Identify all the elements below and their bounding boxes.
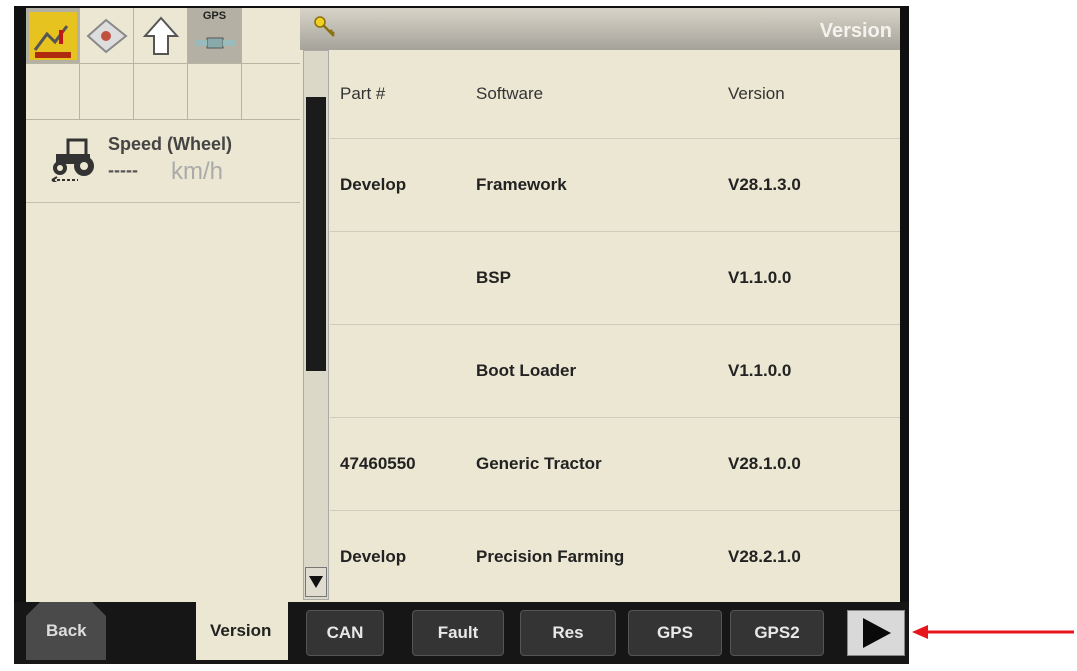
cell-version: V1.1.0.0: [728, 361, 792, 380]
cell-part: Develop: [340, 547, 407, 566]
fault-button[interactable]: Fault: [412, 610, 504, 656]
implement-warning-icon[interactable]: [26, 8, 80, 64]
left-panel: GPS Speed (Wheel) ----- km/h: [26, 8, 312, 602]
tractor-icon: [51, 138, 94, 182]
next-page-button[interactable]: [847, 610, 905, 656]
column-header-version: Version: [728, 84, 785, 103]
cell-part: Develop: [340, 175, 407, 194]
speed-title: Speed (Wheel): [108, 134, 233, 154]
scroll-down-button[interactable]: [305, 567, 327, 597]
speed-unit: km/h: [171, 158, 224, 185]
scrollbar-thumb[interactable]: [306, 97, 326, 371]
column-header-part: Part #: [340, 84, 386, 103]
back-button[interactable]: Back: [26, 602, 106, 660]
up-arrow-icon[interactable]: [134, 8, 188, 64]
status-slot-empty: [134, 64, 188, 120]
speed-value: -----: [108, 160, 138, 180]
play-arrow-icon: [863, 618, 891, 648]
page-title: Version: [819, 20, 892, 42]
sensor-icon[interactable]: [80, 8, 134, 64]
gps-button[interactable]: GPS: [628, 610, 722, 656]
status-slot-empty: [26, 64, 80, 120]
down-triangle-icon: [309, 576, 323, 588]
cell-software: Precision Farming: [476, 547, 625, 566]
table-row[interactable]: 47460550 Generic Tractor V28.1.0.0: [330, 418, 900, 511]
status-slot-empty: [80, 64, 134, 120]
res-button[interactable]: Res: [520, 610, 616, 656]
column-header-software: Software: [476, 84, 544, 103]
bottom-toolbar: Back Version CAN Fault Res GPS GPS2: [14, 602, 909, 664]
terminal-screen: GPS Speed (Wheel) ----- km/h Version Par…: [14, 6, 909, 664]
key-icon: [314, 16, 335, 37]
cell-software: Generic Tractor: [476, 454, 602, 473]
gps2-button[interactable]: GPS2: [730, 610, 824, 656]
status-icon-grid: GPS: [26, 8, 312, 120]
version-panel: Version Part # Software Version Develop …: [300, 8, 900, 602]
tab-version[interactable]: Version: [196, 602, 288, 660]
vertical-scrollbar[interactable]: [303, 50, 329, 600]
cell-software: Boot Loader: [476, 361, 577, 380]
speed-readout: Speed (Wheel) ----- km/h: [26, 120, 312, 203]
table-row[interactable]: BSP V1.1.0.0: [330, 232, 900, 325]
status-slot-empty: [188, 64, 242, 120]
annotation-arrow-icon: [912, 625, 1074, 639]
can-button[interactable]: CAN: [306, 610, 384, 656]
title-bar: Version: [300, 8, 900, 50]
cell-version: V28.1.0.0: [728, 454, 801, 473]
cell-version: V28.1.3.0: [728, 175, 801, 194]
table-row[interactable]: Develop Framework V28.1.3.0: [330, 139, 900, 232]
gps-status-icon[interactable]: GPS: [188, 8, 242, 64]
cell-part: 47460550: [340, 454, 416, 473]
cell-software: Framework: [476, 175, 567, 194]
table-row[interactable]: Develop Precision Farming V28.2.1.0: [330, 511, 900, 603]
cell-version: V28.2.1.0: [728, 547, 801, 566]
cell-software: BSP: [476, 268, 511, 287]
cell-version: V1.1.0.0: [728, 268, 792, 287]
table-header: Part # Software Version: [330, 50, 900, 139]
table-row[interactable]: Boot Loader V1.1.0.0: [330, 325, 900, 418]
version-table: Part # Software Version Develop Framewor…: [330, 50, 900, 603]
